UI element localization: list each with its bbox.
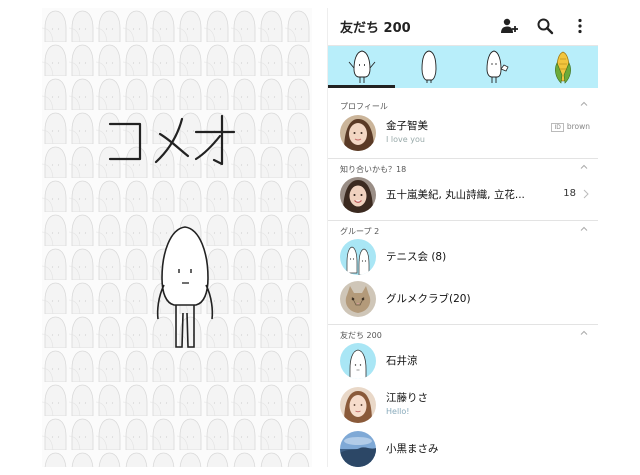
avatar	[340, 177, 376, 213]
suggested-count: 18	[563, 188, 576, 199]
friend-name: 石井涼	[386, 355, 418, 367]
theme-preview	[42, 8, 312, 467]
avatar	[340, 281, 376, 317]
profile-row[interactable]: 金子智美 I love you ID brown	[328, 112, 598, 152]
avatar	[340, 239, 376, 275]
top-bar: 友だち 200	[328, 8, 598, 46]
chevron-up-icon	[580, 164, 588, 169]
avatar	[340, 431, 376, 467]
chevron-up-icon	[580, 330, 588, 335]
group-name: グルメクラブ(20)	[386, 293, 471, 305]
group-name: テニス会 (8)	[386, 251, 447, 263]
avatar	[340, 115, 376, 151]
friends-screen: 友だち 200 プロフィール 金子智美 I love you ID brown …	[327, 8, 598, 467]
friend-status-message: Hello!	[386, 407, 410, 416]
search-icon[interactable]	[536, 17, 554, 35]
tab-timeline[interactable]	[462, 46, 529, 88]
chevron-up-icon	[580, 226, 588, 231]
profile-status-message: I love you	[386, 135, 425, 144]
avatar	[340, 387, 376, 423]
profile-id-badge: ID brown	[551, 122, 590, 132]
rice-character-waving-icon	[348, 50, 376, 83]
section-label: プロフィール	[340, 102, 388, 111]
chevron-up-icon	[580, 101, 588, 106]
friend-row[interactable]: 石井涼	[328, 340, 598, 380]
id-value: brown	[566, 122, 590, 131]
add-friend-icon[interactable]	[500, 17, 518, 35]
theme-title-glyph	[100, 104, 240, 174]
tab-bar	[328, 46, 598, 88]
rice-character-back-icon	[421, 50, 437, 83]
group-row[interactable]: グルメクラブ(20)	[328, 278, 598, 318]
group-row[interactable]: テニス会 (8)	[328, 236, 598, 276]
friend-row[interactable]: 江藤りさ Hello!	[328, 384, 598, 424]
friend-name: 江藤りさ	[386, 392, 428, 404]
friends-list: プロフィール 金子智美 I love you ID brown 知り合いかも？18	[328, 88, 598, 467]
friend-row[interactable]: 小黒まさみ	[328, 428, 598, 467]
profile-name: 金子智美	[386, 120, 428, 132]
avatar	[340, 343, 376, 379]
tab-chats[interactable]	[395, 46, 462, 88]
friend-name: 小黒まさみ	[386, 443, 439, 455]
tab-friends[interactable]	[328, 46, 395, 88]
rice-character-illustration	[152, 223, 218, 353]
tab-more[interactable]	[529, 46, 596, 88]
page-title: 友だち 200	[340, 21, 411, 36]
rice-character-holding-icon	[486, 50, 509, 83]
chevron-right-icon	[583, 189, 589, 199]
corn-icon	[555, 51, 571, 84]
id-box: ID	[551, 123, 564, 132]
more-menu-icon[interactable]	[571, 17, 589, 35]
suggested-friends-names: 五十嵐美紀, 丸山詩織, 立花...	[386, 189, 525, 201]
suggested-friends-row[interactable]: 五十嵐美紀, 丸山詩織, 立花... 18	[328, 174, 598, 214]
